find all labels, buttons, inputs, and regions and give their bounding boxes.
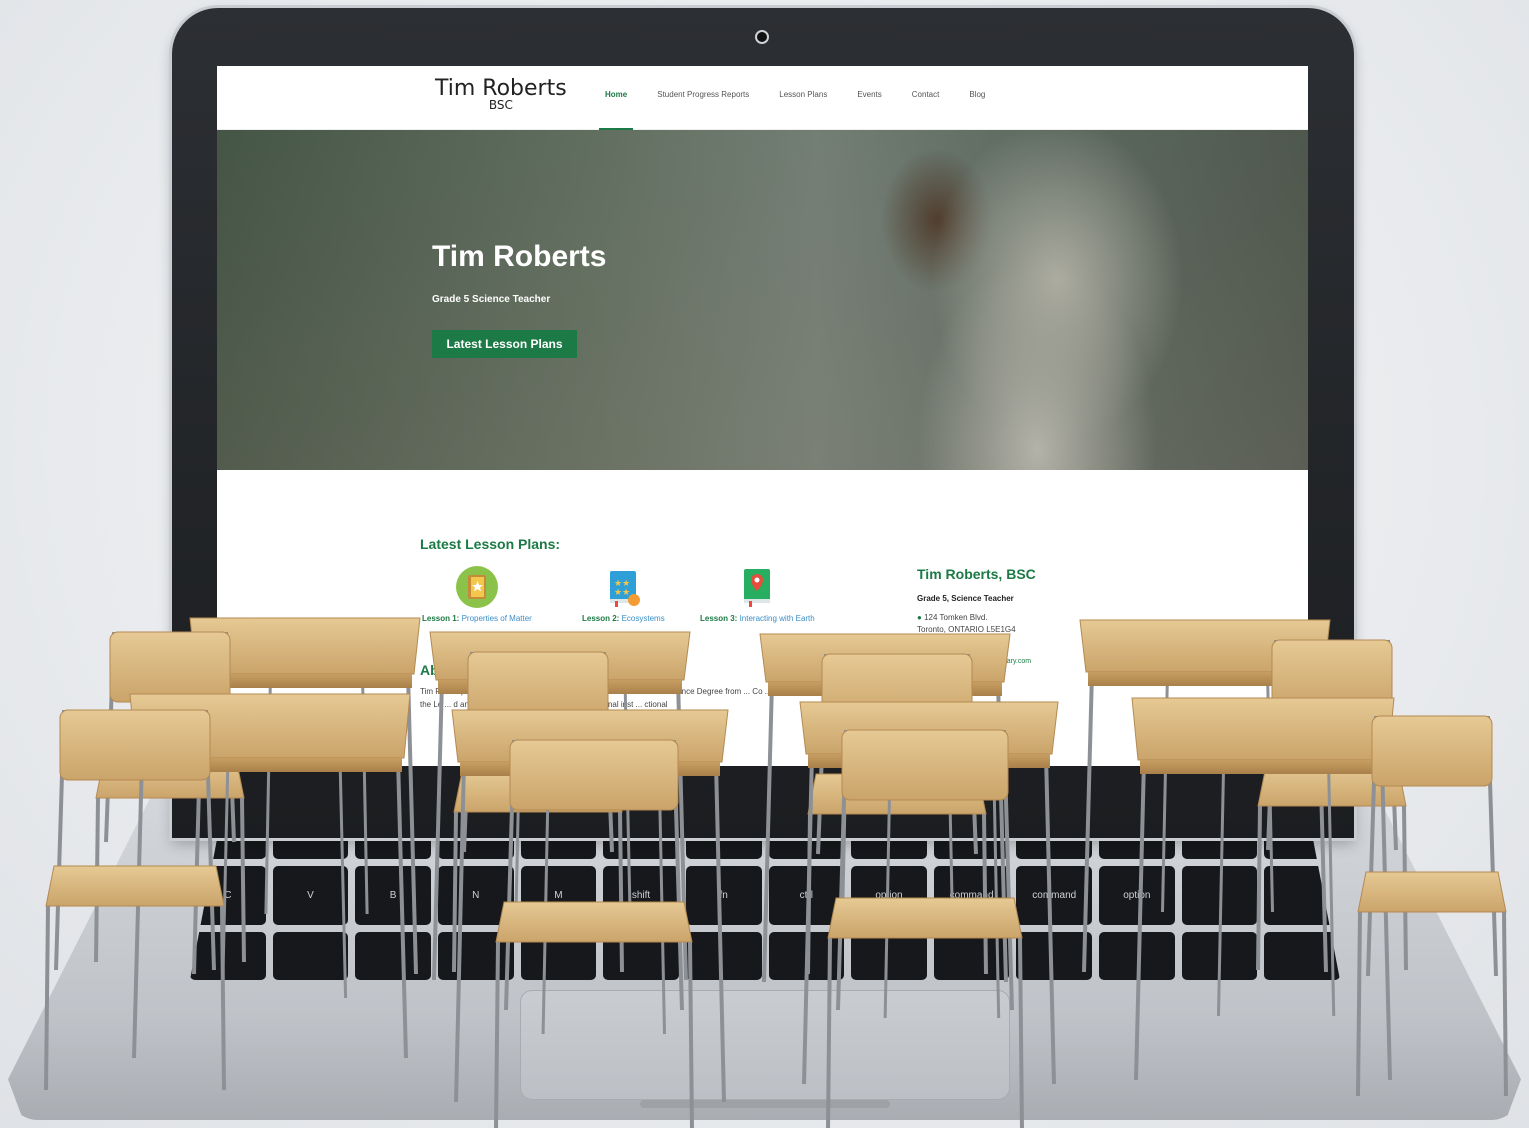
keyboard-key[interactable]: option xyxy=(851,866,927,925)
address-line-2: Toronto, ONTARIO L5E1G4 xyxy=(917,625,1016,634)
keyboard-key[interactable]: command xyxy=(1016,866,1093,925)
keyboard-key[interactable]: shift xyxy=(603,866,679,925)
about-text: Tim Rob ... professional learning th ...… xyxy=(420,687,819,709)
hero-photo xyxy=(217,130,1308,470)
keyboard-key[interactable] xyxy=(355,932,431,980)
about-heading: Ab xyxy=(420,662,439,678)
lesson-title: Ecosystems xyxy=(621,614,665,623)
nav-blog[interactable]: Blog xyxy=(963,66,991,130)
lesson-card[interactable]: ★★ ★★ Lesson 2: Ecosystems xyxy=(582,566,665,623)
lessons-heading: Latest Lesson Plans: xyxy=(420,536,561,552)
keyboard-key[interactable]: M xyxy=(520,866,597,925)
laptop-lid: Tim Roberts BSC Home Student Progress Re… xyxy=(172,8,1354,838)
hero-title: Tim Roberts xyxy=(432,240,607,273)
nav-lesson-plans[interactable]: Lesson Plans xyxy=(773,66,833,130)
laptop-front-notch xyxy=(640,1100,890,1108)
hero-banner: Tim Roberts Grade 5 Science Teacher Late… xyxy=(217,130,1308,470)
lesson-card[interactable]: Lesson 1: Properties of Matter xyxy=(422,566,532,623)
chair-frame xyxy=(1486,715,1498,977)
keyboard-key[interactable] xyxy=(272,932,349,980)
chair-frame xyxy=(104,631,116,843)
map-pin-icon: ● xyxy=(917,613,922,622)
keyboard-key[interactable] xyxy=(603,932,679,980)
lesson-link[interactable]: Lesson 3: Interacting with Earth xyxy=(700,614,815,623)
lesson-link[interactable]: Lesson 1: Properties of Matter xyxy=(422,614,532,623)
nav-student-progress-reports[interactable]: Student Progress Reports xyxy=(651,66,755,130)
chair-frame xyxy=(1386,639,1398,851)
camera-icon xyxy=(755,30,769,44)
keyboard-key[interactable]: option xyxy=(1099,866,1175,925)
lesson-link[interactable]: Lesson 2: Ecosystems xyxy=(582,614,665,623)
chair-back xyxy=(1371,715,1493,787)
keyboard-key[interactable] xyxy=(1016,932,1093,980)
lesson-number: Lesson 3: xyxy=(700,614,738,623)
site-logo[interactable]: Tim Roberts BSC xyxy=(435,76,567,112)
nav-home[interactable]: Home xyxy=(599,66,634,130)
keyboard-key[interactable] xyxy=(437,932,514,980)
keyboard-key[interactable] xyxy=(851,932,927,980)
main-nav: Home Student Progress Reports Lesson Pla… xyxy=(599,66,991,130)
lesson-card[interactable]: Lesson 3: Interacting with Earth xyxy=(700,566,815,623)
keyboard-key[interactable]: ctrl xyxy=(768,866,845,925)
nav-events[interactable]: Events xyxy=(851,66,887,130)
sidebar-role: Grade 5, Science Teacher xyxy=(917,594,1014,603)
keyboard-key[interactable]: fn xyxy=(685,866,762,925)
keyboard-key[interactable] xyxy=(933,932,1010,980)
lesson-title: Properties of Matter xyxy=(461,614,532,623)
keyboard-key[interactable] xyxy=(1181,932,1258,980)
nav-contact[interactable]: Contact xyxy=(906,66,946,130)
lesson-number: Lesson 1: xyxy=(422,614,460,623)
keyboard-key[interactable] xyxy=(190,932,266,980)
keyboard-key[interactable]: command xyxy=(933,866,1010,925)
chair-frame xyxy=(54,709,66,971)
book-star-icon xyxy=(455,566,498,608)
keyboard-key[interactable]: N xyxy=(437,866,514,925)
book-stars-icon: ★★ ★★ xyxy=(602,566,644,608)
sidebar-title: Tim Roberts, BSC xyxy=(917,566,1036,582)
lesson-number: Lesson 2: xyxy=(582,614,620,623)
keyboard-key[interactable] xyxy=(768,932,845,980)
keyboard-key[interactable] xyxy=(520,932,597,980)
site-header: Tim Roberts BSC Home Student Progress Re… xyxy=(217,66,1308,130)
keyboard-key[interactable] xyxy=(1181,866,1258,925)
keyboard-key[interactable]: B xyxy=(355,866,431,925)
keyboard-key[interactable] xyxy=(1099,932,1175,980)
trackpad[interactable] xyxy=(520,990,1010,1100)
keyboard-key[interactable] xyxy=(685,932,762,980)
hero-subtitle: Grade 5 Science Teacher xyxy=(432,294,551,305)
lesson-title: Interacting with Earth xyxy=(739,614,815,623)
sidebar-email[interactable]: entary.com xyxy=(997,658,1031,665)
keyboard-key[interactable]: V xyxy=(272,866,349,925)
svg-text:★★: ★★ xyxy=(614,587,630,597)
laptop-screen: Tim Roberts BSC Home Student Progress Re… xyxy=(217,66,1308,766)
address-line-1: 124 Tomken Blvd. xyxy=(924,613,988,622)
latest-lesson-plans-button[interactable]: Latest Lesson Plans xyxy=(432,330,577,358)
book-map-pin-icon xyxy=(736,566,778,608)
sidebar-address: ● 124 Tomken Blvd. Toronto, ONTARIO L5E1… xyxy=(917,612,1016,636)
keyboard-key[interactable] xyxy=(1264,932,1340,980)
